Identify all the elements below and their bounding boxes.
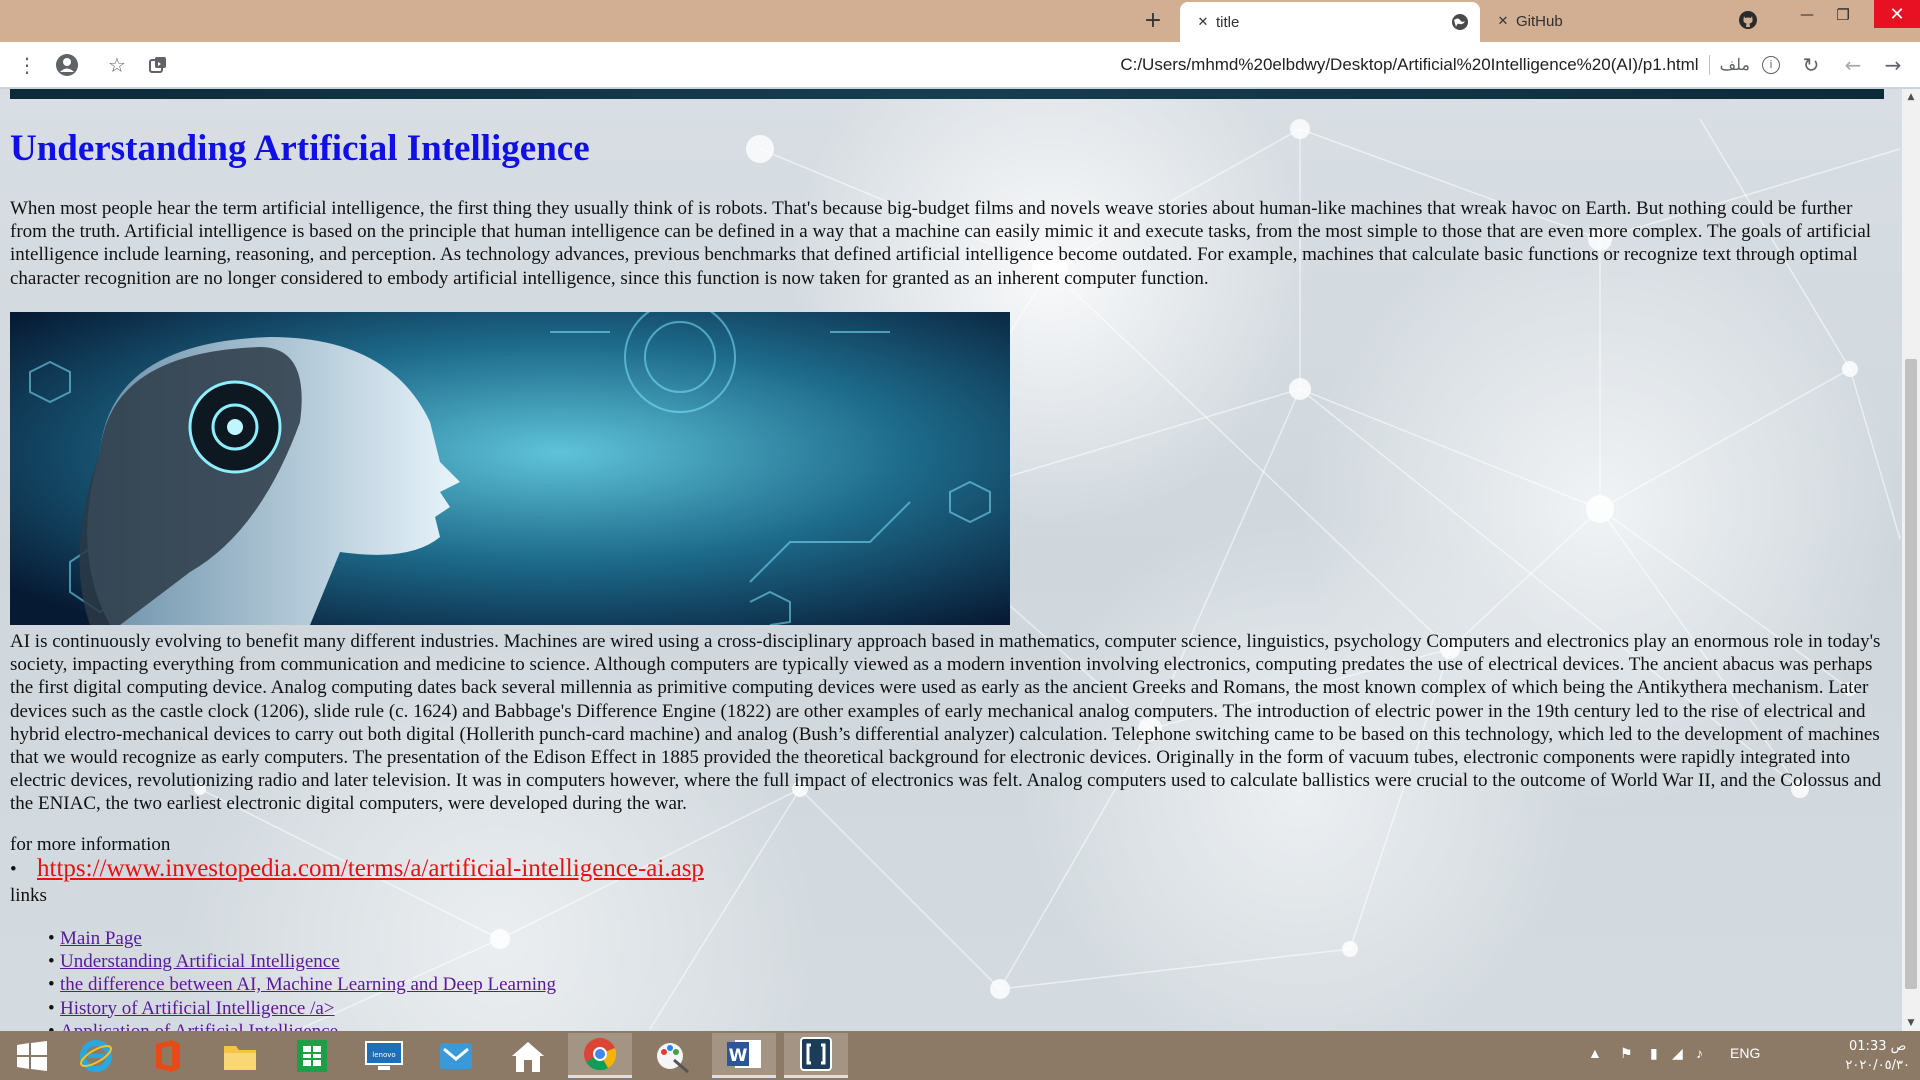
info-link-list: https://www.investopedia.com/terms/a/art…	[10, 855, 704, 883]
network-disconnected-icon[interactable]: ⚑	[1620, 1045, 1633, 1062]
svg-text:W: W	[729, 1046, 748, 1066]
extension-icon[interactable]	[143, 50, 173, 80]
tab-title[interactable]: ✕ title	[1180, 2, 1480, 42]
more-info-label: for more information	[10, 834, 171, 855]
windows-start-icon[interactable]	[0, 1033, 64, 1078]
list-item: Understanding Artificial Intelligence	[10, 950, 556, 973]
close-window-button[interactable]: ✕	[1874, 0, 1920, 28]
profile-icon[interactable]	[52, 50, 82, 80]
history-paragraph: AI is continuously evolving to benefit m…	[10, 631, 1882, 815]
office-icon[interactable]	[136, 1033, 200, 1078]
windows-taskbar: lenovo W ▲ ⚑ ▮ ◢ ♪ ENG 01:33 ص ٢٠٢٠/٠٥/٣…	[0, 1031, 1920, 1080]
intro-paragraph: When most people hear the term artificia…	[10, 198, 1872, 289]
list-item: Main Page	[10, 927, 556, 950]
scroll-down-arrow-icon[interactable]: ▼	[1902, 1015, 1920, 1031]
signal-icon[interactable]: ◢	[1672, 1045, 1683, 1062]
maximize-button[interactable]: ❐	[1820, 0, 1866, 30]
home-icon[interactable]	[496, 1033, 560, 1078]
mail-icon[interactable]	[424, 1033, 488, 1078]
star-icon[interactable]: ☆	[102, 50, 132, 80]
nav-link-understanding-ai[interactable]: Understanding Artificial Intelligence	[60, 951, 340, 972]
forward-arrow-icon[interactable]: →	[1878, 50, 1908, 80]
globe-icon	[1452, 14, 1468, 30]
file-explorer-icon[interactable]	[208, 1033, 272, 1078]
nav-link-main-page[interactable]: Main Page	[60, 928, 142, 949]
internet-explorer-icon[interactable]	[64, 1033, 128, 1078]
lenovo-app-icon[interactable]: lenovo	[352, 1033, 416, 1078]
close-tab-icon[interactable]: ✕	[1490, 14, 1516, 29]
scroll-thumb[interactable]	[1905, 359, 1917, 989]
nav-link-application-of-ai[interactable]: Application of Artificial Intelligence	[60, 1021, 338, 1031]
vertical-scrollbar[interactable]: ▲ ▼	[1902, 89, 1920, 1031]
investopedia-link[interactable]: https://www.investopedia.com/terms/a/art…	[37, 855, 704, 882]
tab-label: title	[1216, 13, 1240, 31]
spreadsheet-icon[interactable]	[280, 1033, 344, 1078]
browser-toolbar: ⋮ ☆ C:/Users/mhmd%20elbdwy/Desktop/Artif…	[0, 42, 1920, 88]
clock-time: 01:33 ص	[1849, 1039, 1907, 1054]
close-tab-icon[interactable]: ✕	[1190, 15, 1216, 30]
bracket-app-icon[interactable]	[784, 1033, 848, 1078]
header-image-strip	[10, 89, 1884, 99]
paint-icon[interactable]	[640, 1033, 704, 1078]
back-arrow-icon[interactable]: ←	[1838, 50, 1868, 80]
scroll-up-arrow-icon[interactable]: ▲	[1902, 89, 1920, 105]
nav-link-list: Main Page Understanding Artificial Intel…	[10, 927, 556, 1031]
divider	[1708, 55, 1710, 75]
menu-icon[interactable]: ⋮	[12, 50, 42, 80]
links-label: links	[10, 885, 47, 906]
battery-icon[interactable]: ▮	[1650, 1045, 1658, 1062]
list-item: History of Artificial Intelligence /a>	[10, 997, 556, 1020]
svg-text:lenovo: lenovo	[372, 1051, 395, 1059]
page-viewport: Understanding Artificial Intelligence Wh…	[0, 89, 1902, 1031]
github-icon[interactable]	[1738, 10, 1758, 30]
address-bar[interactable]: C:/Users/mhmd%20elbdwy/Desktop/Artificia…	[1080, 50, 1780, 80]
nav-link-ai-ml-dl-difference[interactable]: the difference between AI, Machine Learn…	[60, 974, 556, 995]
list-item: the difference between AI, Machine Learn…	[10, 973, 556, 996]
language-indicator[interactable]: ENG	[1730, 1045, 1760, 1061]
show-hidden-icons-icon[interactable]: ▲	[1588, 1045, 1602, 1061]
tab-github[interactable]: ✕ GitHub	[1480, 0, 1710, 42]
volume-icon[interactable]: ♪	[1696, 1045, 1703, 1061]
reload-icon[interactable]: ↻	[1796, 50, 1826, 80]
system-tray: ▲ ⚑ ▮ ◢ ♪ ENG 01:33 ص ٢٠٢٠/٠٥/٣٠	[1580, 1031, 1920, 1080]
clock[interactable]: 01:33 ص ٢٠٢٠/٠٥/٣٠	[1845, 1037, 1910, 1075]
list-item: Application of Artificial Intelligence	[10, 1020, 556, 1031]
clock-date: ٢٠٢٠/٠٥/٣٠	[1845, 1058, 1910, 1073]
chrome-icon[interactable]	[568, 1033, 632, 1078]
url-text[interactable]: C:/Users/mhmd%20elbdwy/Desktop/Artificia…	[1120, 55, 1698, 75]
browser-tab-bar: + ✕ title ✕ GitHub — ❐ ✕	[0, 0, 1920, 42]
new-tab-button[interactable]: +	[1140, 8, 1166, 34]
nav-link-history-of-ai[interactable]: History of Artificial Intelligence /a>	[60, 998, 335, 1019]
scheme-chip: ملف	[1719, 57, 1750, 74]
list-item: https://www.investopedia.com/terms/a/art…	[10, 855, 704, 883]
page-title: Understanding Artificial Intelligence	[10, 128, 590, 169]
info-icon[interactable]: i	[1762, 56, 1780, 74]
tab-label: GitHub	[1516, 12, 1563, 30]
ai-robot-head-image	[10, 312, 1010, 625]
word-icon[interactable]: W	[712, 1033, 776, 1078]
